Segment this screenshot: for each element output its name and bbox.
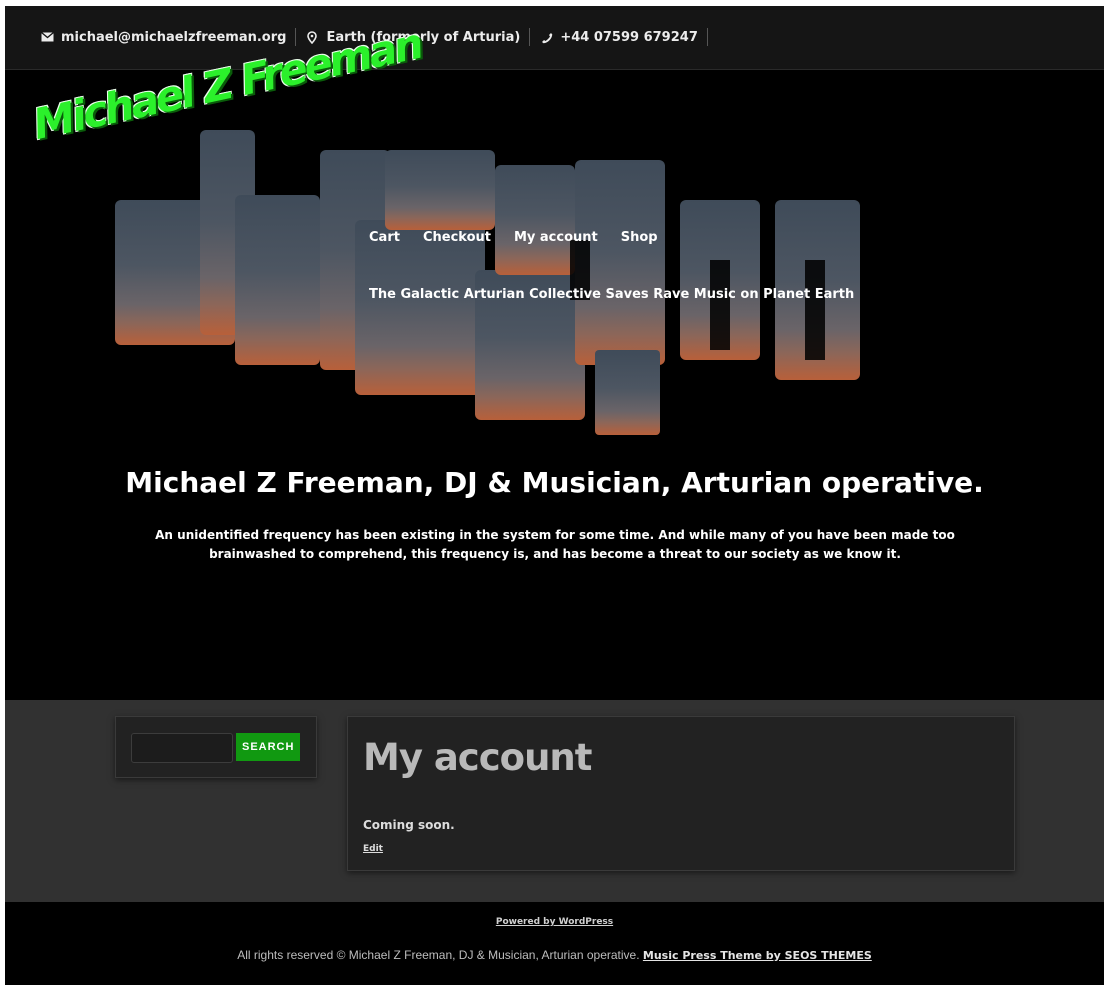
hero-title: Michael Z Freeman, DJ & Musician, Arturi… [125,466,984,499]
contact-email-text: michael@michaelzfreeman.org [61,29,287,45]
search-input[interactable] [131,733,233,763]
search-widget: SEARCH [115,716,317,778]
phone-icon [539,31,553,44]
nav-checkout[interactable]: Checkout [423,230,491,245]
edit-link[interactable]: Edit [363,844,383,854]
powered-by-link[interactable]: Powered by WordPress [5,917,1104,927]
content-area: SEARCH My account Coming soon. Edit [5,700,1104,902]
article-body: Coming soon. [363,818,455,832]
contact-email[interactable]: michael@michaelzfreeman.org [40,28,297,46]
nav-shop[interactable]: Shop [621,230,658,245]
main-nav: Cart Checkout My account Shop [369,230,658,245]
contact-phone[interactable]: +44 07599 679247 [539,28,708,46]
site-tagline: The Galactic Arturian Collective Saves R… [369,287,855,302]
hero-section: Michael Z Freeman Cart Checkout My accou… [5,19,1104,700]
page-article: My account Coming soon. Edit [347,716,1015,871]
nav-my-account[interactable]: My account [514,230,598,245]
site-footer: Powered by WordPress All rights reserved… [5,902,1104,985]
copyright-text: All rights reserved © Michael Z Freeman,… [237,948,640,962]
theme-credit-link[interactable]: Music Press Theme by SEOS THEMES [643,949,872,962]
contact-phone-text: +44 07599 679247 [560,29,698,45]
hero-header-image [115,130,860,435]
contact-bar: michael@michaelzfreeman.org Earth (forme… [5,6,1104,70]
page-title: My account [363,736,592,779]
mail-icon [40,32,54,42]
search-button[interactable]: SEARCH [236,733,300,761]
page: michael@michaelzfreeman.org Earth (forme… [5,6,1104,985]
hero-description: An unidentified frequency has been exist… [155,528,955,561]
nav-cart[interactable]: Cart [369,230,400,245]
copyright: All rights reserved © Michael Z Freeman,… [5,948,1104,962]
